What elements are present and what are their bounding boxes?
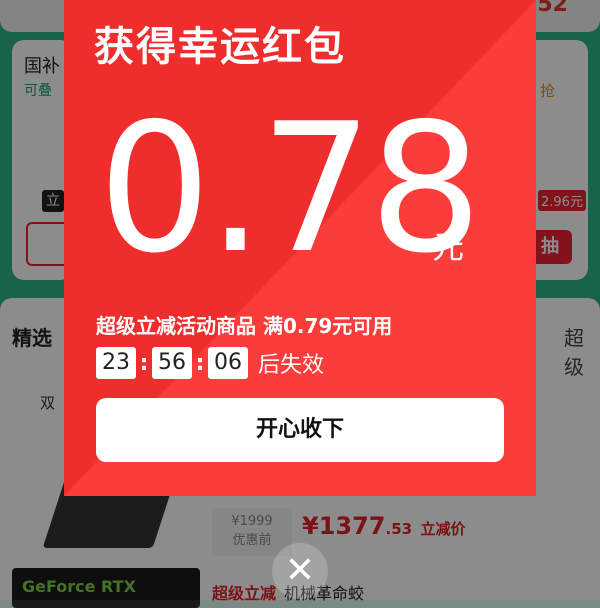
close-icon: ✕ bbox=[284, 550, 316, 591]
red-packet-modal: 获得幸运红包 0.78 元 超级立减活动商品 满0.79元可用 23 : 56 … bbox=[64, 0, 536, 496]
packet-title: 获得幸运红包 bbox=[94, 24, 346, 70]
timer-seconds: 06 bbox=[208, 347, 248, 379]
packet-unit: 元 bbox=[432, 228, 465, 266]
timer-separator: : bbox=[195, 350, 205, 376]
countdown-timer: 23 : 56 : 06 后失效 bbox=[96, 347, 324, 379]
close-button[interactable]: ✕ bbox=[272, 543, 328, 599]
timer-separator: : bbox=[139, 350, 149, 376]
packet-description: 超级立减活动商品 满0.79元可用 bbox=[96, 314, 393, 338]
timer-hours: 23 bbox=[96, 347, 136, 379]
packet-amount: 0.78 bbox=[98, 85, 482, 292]
timer-minutes: 56 bbox=[152, 347, 192, 379]
expire-text: 后失效 bbox=[258, 353, 325, 378]
accept-button[interactable]: 开心收下 bbox=[96, 398, 504, 462]
